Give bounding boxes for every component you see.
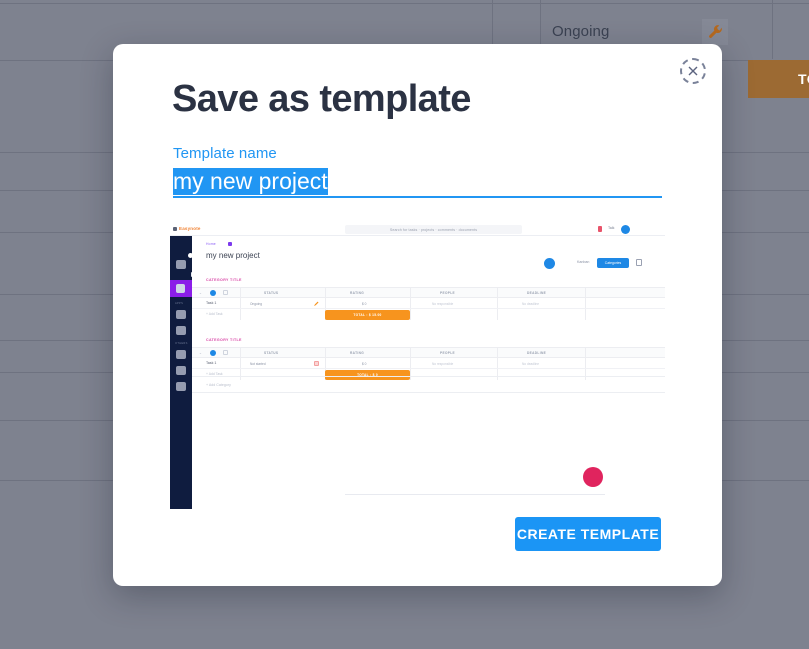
preview-cell-status: Not started xyxy=(250,361,266,366)
template-name-input[interactable] xyxy=(173,166,662,196)
bell-icon xyxy=(598,226,602,232)
preview-status-dot-icon xyxy=(210,289,216,296)
template-name-label: Template name xyxy=(173,145,277,162)
preview-cell-rating: $ 0 xyxy=(362,361,367,366)
preview-category-title: CATEGORY TITLE xyxy=(206,338,242,342)
preview-task-name: Task 1 xyxy=(206,361,217,365)
bulb-icon xyxy=(176,366,186,375)
preview-th-status: STATUS xyxy=(264,350,279,355)
template-name-field-wrapper xyxy=(173,166,662,198)
preview-sidebar-section-apps: APPS xyxy=(175,302,184,305)
preview-th-people: PEOPLE xyxy=(440,350,456,355)
preview-cell-deadline: No deadline xyxy=(522,301,540,306)
preview-category-title: CATEGORY TITLE xyxy=(206,278,242,282)
background-column-divider xyxy=(772,0,773,59)
preview-cell-rating: $ 0 xyxy=(362,301,367,306)
background-orange-badge: TO xyxy=(748,60,809,98)
background-row-divider xyxy=(0,3,809,4)
preview-th-rating: RATING xyxy=(350,350,365,355)
preview-table-header xyxy=(192,287,665,298)
preview-logo: Easynote xyxy=(179,226,201,231)
preview-logo-mark-icon xyxy=(173,226,177,231)
preview-select-all-checkbox xyxy=(223,350,228,355)
gear-icon xyxy=(176,382,186,391)
template-preview-thumbnail: Easynote Search for tasks · projects · c… xyxy=(170,222,665,537)
preview-total-badge: TOTAL : $ 15.00 xyxy=(325,310,410,320)
preview-th-deadline: DEADLINE xyxy=(527,350,547,355)
preview-project-title: my new project xyxy=(206,251,260,260)
background-status-cell: Ongoing xyxy=(552,23,610,40)
briefcase-icon xyxy=(176,260,186,269)
preview-select-all-checkbox xyxy=(223,290,228,295)
preview-th-status: STATUS xyxy=(264,290,279,295)
save-as-template-modal: Save as template Template name Easynote … xyxy=(113,44,722,586)
page-title: Save as template xyxy=(172,78,471,120)
copy-icon xyxy=(636,259,642,266)
preview-th-people: PEOPLE xyxy=(440,290,456,295)
preview-search-input: Search for tasks · projects · comments ·… xyxy=(345,225,522,234)
preview-main-area: Home my new project Kanban Categories CA… xyxy=(192,236,665,537)
breadcrumb: Home xyxy=(206,242,216,246)
globe-icon xyxy=(176,326,186,335)
preview-sidebar: APPS OTHERS xyxy=(170,236,196,509)
preview-cell-deadline: No deadline xyxy=(522,361,540,366)
preview-th-rating: RATING xyxy=(350,290,365,295)
table-row xyxy=(192,298,665,309)
preview-add-category: + Add Category xyxy=(206,383,231,387)
preview-divider xyxy=(345,494,605,495)
flag-icon xyxy=(314,361,319,366)
preview-th-deadline: DEADLINE xyxy=(527,290,547,295)
preview-add-task: + Add Task xyxy=(206,312,223,316)
preview-table-header xyxy=(192,347,665,358)
preview-categories-button: Categories xyxy=(597,258,629,268)
chevron-down-icon: ⌄ xyxy=(199,351,202,355)
close-icon[interactable] xyxy=(680,58,706,84)
create-template-button[interactable]: CREATE TEMPLATE xyxy=(515,517,661,551)
preview-cell-status: Ongoing xyxy=(250,301,263,306)
breadcrumb-marker-icon xyxy=(228,242,232,246)
chevron-down-icon: ⌄ xyxy=(199,291,202,295)
preview-view-label: Kanban xyxy=(577,260,590,264)
avatar xyxy=(544,258,555,269)
preview-cell-people: No responsible xyxy=(432,361,454,366)
grid-icon xyxy=(176,284,185,293)
clock-icon xyxy=(176,310,186,319)
preview-total-badge: TOTAL : $ 0 xyxy=(325,370,410,380)
preview-sidebar-section-others: OTHERS xyxy=(175,342,188,345)
preview-divider xyxy=(192,376,665,377)
preview-talk-label: Talk xyxy=(608,226,615,230)
help-icon xyxy=(176,350,186,359)
preview-cell-people: No responsible xyxy=(432,301,454,306)
preview-cursor-indicator xyxy=(583,467,603,487)
preview-status-dot-icon xyxy=(210,349,216,356)
preview-task-name: Task 1 xyxy=(206,301,217,305)
avatar xyxy=(621,225,630,234)
preview-divider xyxy=(192,392,665,393)
wrench-icon xyxy=(702,19,728,45)
